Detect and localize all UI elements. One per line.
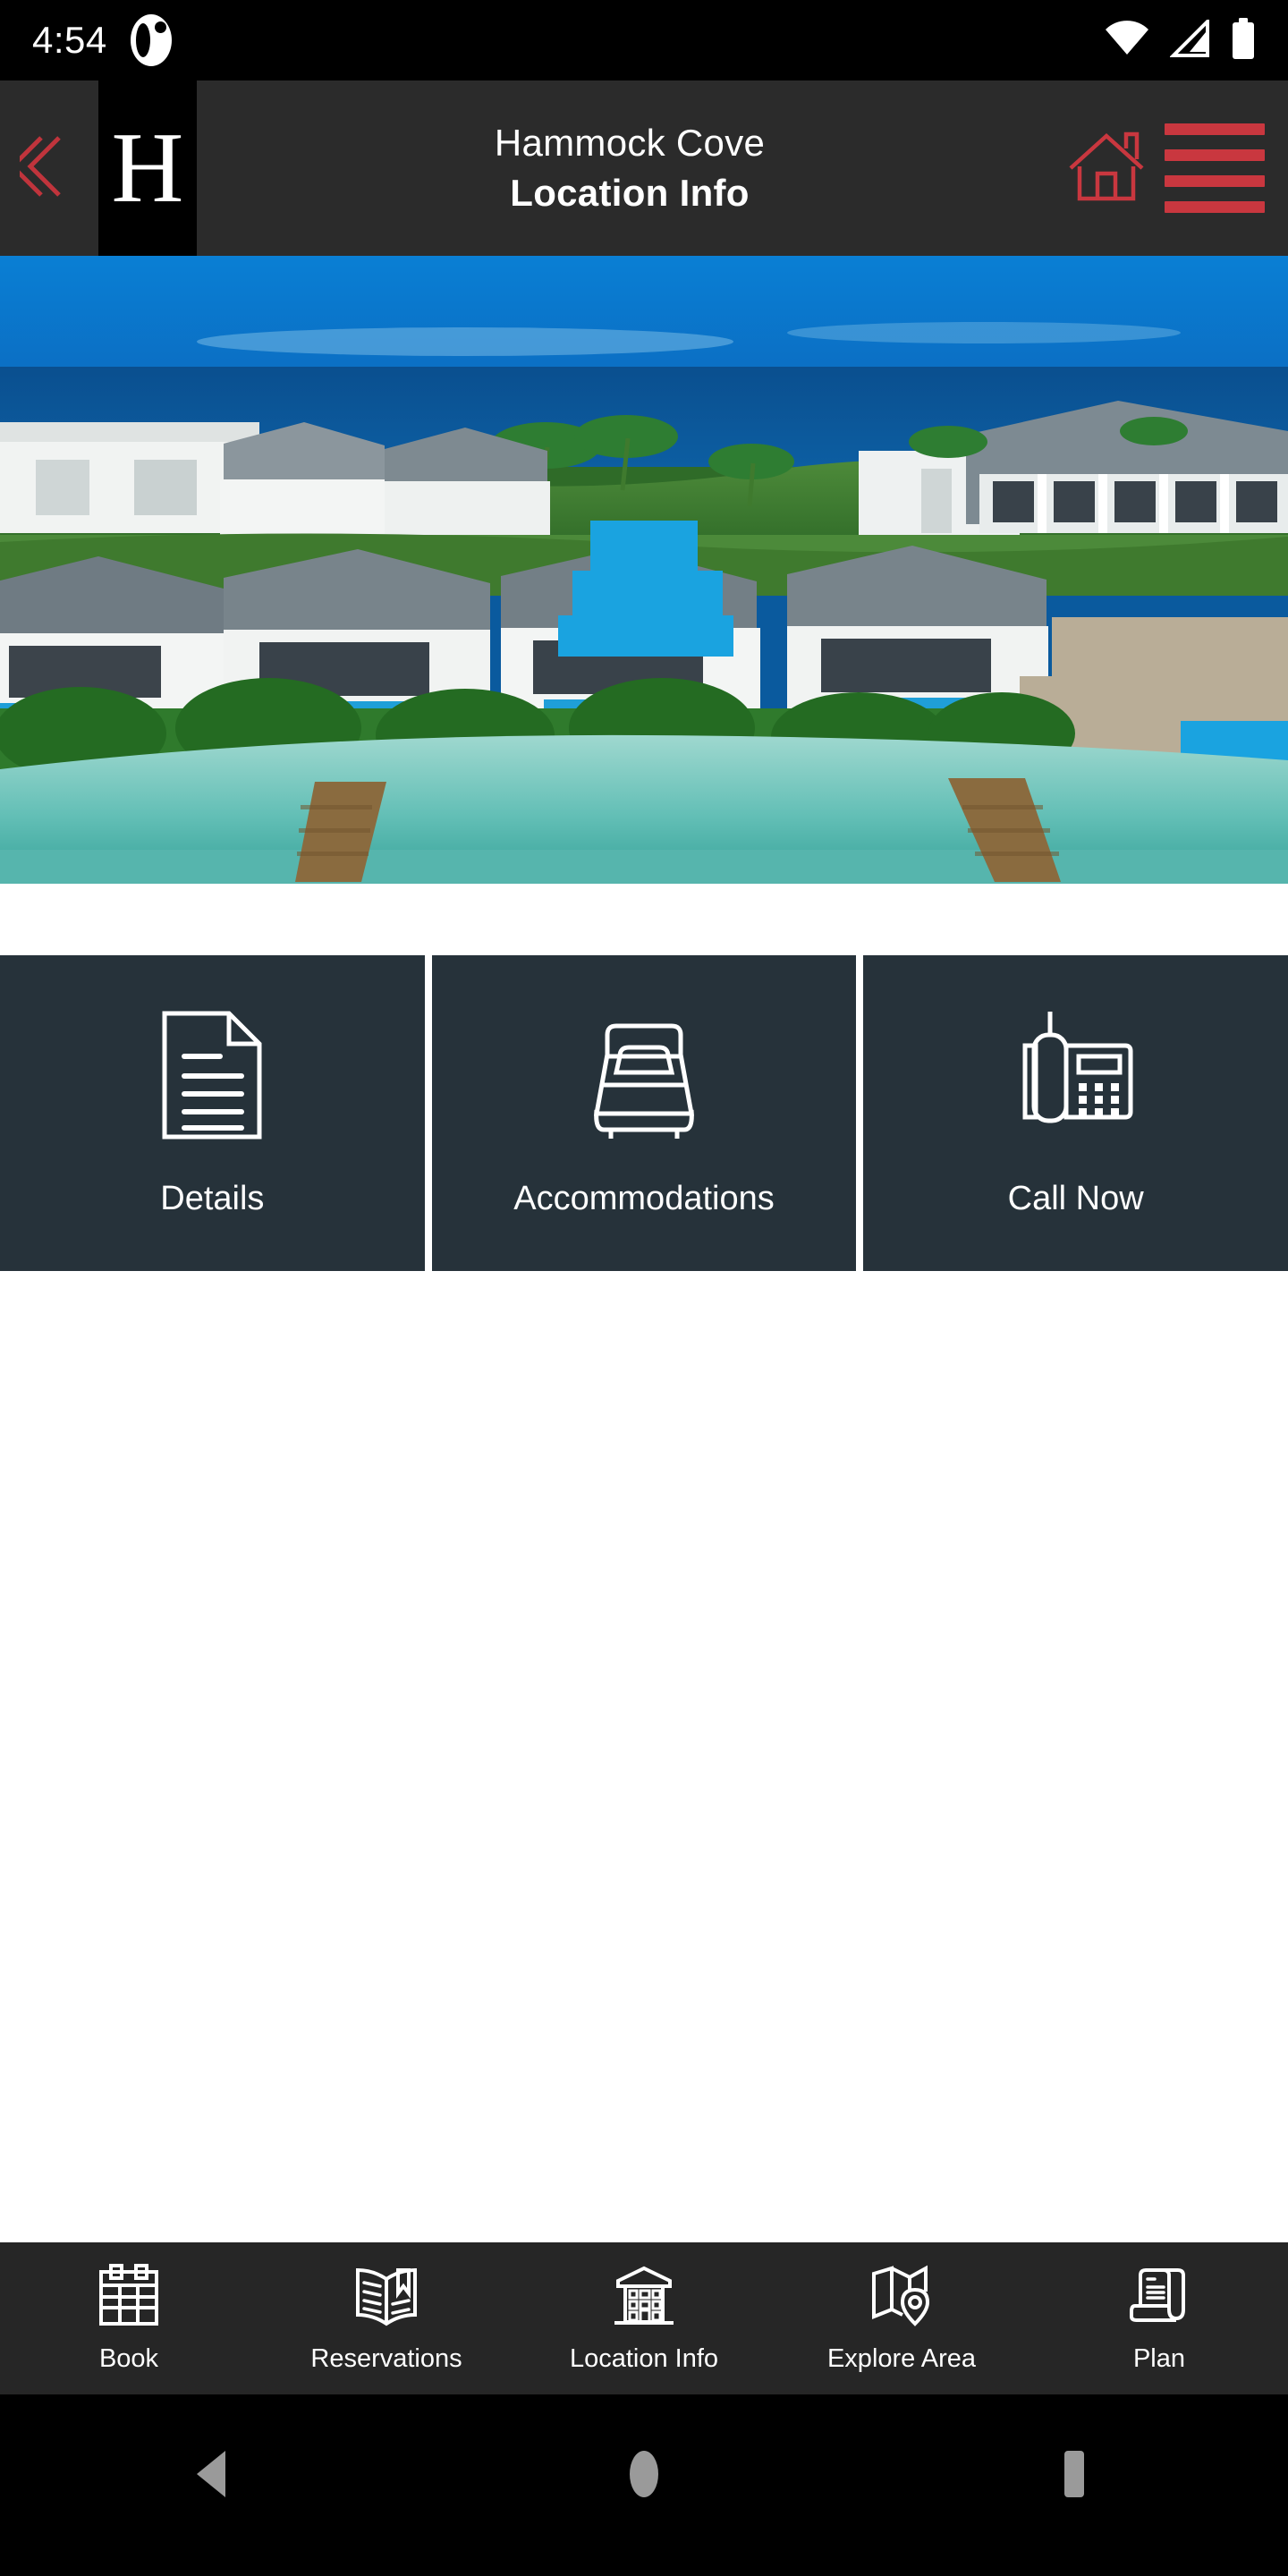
- nav-item-explore-area[interactable]: Explore Area: [773, 2263, 1030, 2374]
- property-logo[interactable]: H: [98, 80, 197, 256]
- calendar-icon: [96, 2263, 162, 2334]
- wifi-icon: [1104, 20, 1150, 61]
- tile-label: Accommodations: [513, 1180, 775, 1217]
- bed-icon: [577, 1008, 711, 1142]
- status-bar: 4:54: [0, 0, 1288, 80]
- android-back-button[interactable]: [0, 2449, 429, 2504]
- back-button[interactable]: [0, 80, 98, 256]
- android-recents-icon: [1050, 2449, 1097, 2504]
- call-now-button[interactable]: Call Now: [863, 955, 1288, 1271]
- document-icon: [156, 1008, 268, 1142]
- details-button[interactable]: Details: [0, 955, 425, 1271]
- battery-icon: [1231, 17, 1256, 64]
- android-home-icon: [621, 2449, 667, 2504]
- quick-action-tiles: Details Accommodations Call Now: [0, 955, 1288, 1271]
- bottom-navigation: Book Reservations Location Info Explore …: [0, 2242, 1288, 2394]
- hamburger-menu-button[interactable]: [1159, 123, 1265, 213]
- nav-label: Plan: [1132, 2344, 1186, 2373]
- android-back-icon: [191, 2449, 238, 2504]
- building-icon: [611, 2263, 677, 2334]
- content-area: [0, 1271, 1288, 2242]
- app-header: H Hammock Cove Location Info: [0, 80, 1288, 256]
- cellular-signal-icon: [1169, 16, 1211, 62]
- tile-label: Details: [160, 1180, 265, 1217]
- android-recents-button[interactable]: [859, 2449, 1288, 2504]
- hamburger-menu-icon: [1165, 123, 1265, 135]
- android-system-nav: [0, 2394, 1288, 2558]
- back-double-chevron-icon: [9, 132, 79, 205]
- app-notification-icon: [130, 14, 172, 66]
- accommodations-button[interactable]: Accommodations: [431, 955, 857, 1271]
- status-bar-clock: 4:54: [32, 19, 107, 61]
- hero-image: [0, 256, 1288, 884]
- nav-item-plan[interactable]: Plan: [1030, 2263, 1288, 2374]
- map-pin-icon: [869, 2263, 935, 2334]
- nav-label: Reservations: [310, 2344, 462, 2373]
- content-spacer: [0, 884, 1288, 955]
- scroll-itinerary-icon: [1126, 2263, 1192, 2334]
- header-title-block: Hammock Cove Location Info: [197, 80, 1054, 256]
- nav-item-location-info[interactable]: Location Info: [515, 2263, 773, 2374]
- property-name: Hammock Cove: [494, 122, 766, 164]
- page-title: Location Info: [510, 172, 750, 214]
- nav-item-reservations[interactable]: Reservations: [258, 2263, 515, 2374]
- open-book-icon: [353, 2263, 419, 2334]
- logo-letter: H: [111, 113, 184, 224]
- home-icon: [1067, 129, 1146, 208]
- nav-item-book[interactable]: Book: [0, 2263, 258, 2374]
- nav-label: Location Info: [569, 2344, 719, 2373]
- resort-aerial-illustration: [0, 256, 1288, 884]
- nav-label: Explore Area: [826, 2344, 977, 2373]
- android-home-button[interactable]: [429, 2449, 859, 2504]
- tile-label: Call Now: [1007, 1180, 1144, 1217]
- desk-phone-icon: [1013, 1008, 1140, 1142]
- home-button[interactable]: [1054, 129, 1159, 208]
- nav-label: Book: [98, 2344, 159, 2373]
